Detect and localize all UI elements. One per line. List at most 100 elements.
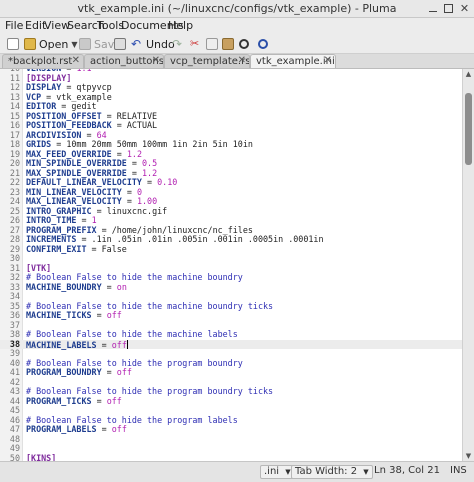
code-token: 0.5	[141, 158, 158, 168]
line-number: 50	[9, 452, 20, 461]
insert-mode: INS	[450, 465, 467, 476]
tab-vtk-example[interactable]: vtk_example.ini ✕	[250, 54, 336, 68]
menu-file[interactable]: File	[5, 19, 23, 32]
line-text: MACHINE_TICKS = off	[26, 310, 122, 321]
close-icon[interactable]: ✕	[238, 55, 246, 66]
chevron-down-icon: ▼	[285, 468, 291, 476]
editor-line[interactable]: 30	[0, 253, 462, 264]
code-token: =	[121, 186, 137, 197]
code-token: VCP	[26, 91, 42, 102]
code-token: [KINS]	[26, 452, 57, 461]
maximize-icon[interactable]	[442, 2, 455, 16]
close-icon[interactable]: ✕	[72, 55, 80, 66]
tab-label: *backplot.rst	[8, 56, 73, 67]
close-icon[interactable]: ✕	[458, 2, 471, 15]
open-button[interactable]: Open ▼	[24, 37, 78, 51]
tab-width-label: Tab Width: 2	[295, 466, 358, 477]
chevron-down-icon: ▼	[363, 468, 369, 476]
code-token: = vtk_example	[41, 91, 112, 102]
code-token: INTRO_GRAPHIC	[26, 205, 92, 216]
code-token: DEFAULT_LINEAR_VELOCITY	[26, 177, 142, 187]
line-text: PROGRAM_TICKS = off	[26, 395, 122, 407]
open-label: Open	[39, 37, 69, 51]
editor-line[interactable]: 48	[0, 434, 462, 445]
code-token: MIN_SPINDLE_OVERRIDE	[26, 158, 127, 168]
code-token: [DISPLAY]	[26, 72, 72, 83]
code-token: POSITION_OFFSET	[26, 110, 102, 121]
close-icon[interactable]: ✕	[152, 55, 160, 66]
code-token: # Boolean False to hide the machine labe…	[26, 329, 238, 339]
scroll-down-icon[interactable]: ▼	[463, 452, 474, 460]
cut-button[interactable]: ✂	[190, 37, 205, 51]
close-icon[interactable]: ✕	[324, 55, 332, 66]
code-token: # Boolean False to hide the machine boun…	[26, 272, 243, 282]
save-icon	[79, 38, 91, 50]
code-token: off	[111, 424, 127, 434]
tab-width-selector[interactable]: Tab Width: 2 ▼	[291, 465, 373, 479]
tab-backplot[interactable]: *backplot.rst ✕	[2, 54, 84, 68]
code-token: = False	[86, 243, 127, 254]
undo-button[interactable]: ↶ Undo	[131, 37, 175, 51]
code-token: PROGRAM_PREFIX	[26, 224, 97, 235]
line-text: PROGRAM_BOUNDRY = off	[26, 367, 132, 378]
editor-line[interactable]: 44 PROGRAM_TICKS = off	[0, 395, 462, 407]
text-editor[interactable]: 10VERSION = 1.111[DISPLAY]12DISPLAY = qt…	[0, 69, 462, 461]
code-token: GRIDS	[26, 139, 52, 149]
line-text: PROGRAM_LABELS = off	[26, 424, 127, 435]
editor-line[interactable]: 49	[0, 443, 462, 454]
find-replace-button[interactable]	[258, 37, 271, 51]
editor-line[interactable]: 50 [KINS]	[0, 452, 462, 461]
editor-line[interactable]: 36 MACHINE_TICKS = off	[0, 310, 462, 321]
filetype-selector[interactable]: .ini ▼	[260, 465, 295, 479]
code-token: off	[106, 310, 122, 320]
chevron-down-icon[interactable]: ▼	[71, 40, 77, 49]
code-token: MIN_LINEAR_VELOCITY	[26, 186, 122, 197]
code-token: MACHINE_LABELS	[26, 339, 97, 350]
new-document-button[interactable]	[7, 37, 22, 51]
code-token: MACHINE_TICKS	[26, 310, 92, 320]
code-token: # Boolean False to hide the machine boun…	[26, 300, 274, 311]
code-token: =	[111, 148, 127, 159]
document-tabs: *backplot.rst ✕ action_buttons.rst ✕ vcp…	[0, 54, 474, 69]
print-icon	[114, 38, 126, 50]
code-token: off	[106, 395, 122, 406]
code-token: = .1in .05in .01in .005in .001in .0005in…	[76, 234, 324, 244]
code-token: =	[91, 310, 107, 320]
tab-action-buttons[interactable]: action_buttons.rst ✕	[84, 54, 164, 68]
code-token: 1.00	[136, 196, 158, 206]
print-button[interactable]	[114, 37, 129, 51]
new-document-icon	[7, 38, 19, 50]
code-token: PROGRAM_TICKS	[26, 395, 92, 406]
vertical-scrollbar[interactable]: ▲ ▼	[462, 69, 474, 461]
copy-button[interactable]	[206, 37, 221, 51]
editor-line[interactable]: 47 PROGRAM_LABELS = off	[0, 424, 462, 435]
code-token: 1	[91, 215, 97, 225]
scroll-up-icon[interactable]: ▲	[463, 70, 474, 78]
search-icon	[239, 39, 249, 49]
editor-line[interactable]: 33 MACHINE_BOUNDRY = on	[0, 282, 462, 293]
code-token: # Boolean False to hide the program boun…	[26, 357, 243, 368]
editor-line[interactable]: 38 MACHINE_LABELS = off	[0, 339, 462, 350]
code-token: =	[81, 129, 97, 140]
minimize-icon[interactable]	[426, 2, 439, 15]
code-token: EDITOR	[26, 101, 57, 111]
scrollbar-thumb[interactable]	[465, 93, 472, 165]
editor-line[interactable]: 29 CONFIRM_EXIT = False	[0, 243, 462, 255]
tab-vcp-template[interactable]: vcp_template.rst ✕	[164, 54, 250, 68]
editor-line[interactable]: 38 # Boolean False to hide the machine la…	[0, 329, 462, 340]
editor-line[interactable]: 41 PROGRAM_BOUNDRY = off	[0, 367, 462, 378]
cursor-position: Ln 38, Col 21	[374, 465, 440, 476]
code-token: PROGRAM_BOUNDRY	[26, 367, 102, 377]
code-token: =	[76, 215, 92, 225]
code-token: POSITION_FEEDBACK	[26, 120, 112, 130]
code-token: 0	[136, 186, 142, 197]
redo-button[interactable]: ↷	[172, 37, 187, 51]
code-token: = RELATIVE	[101, 110, 158, 121]
code-token: = ACTUAL	[111, 120, 158, 130]
code-token: 64	[96, 129, 107, 140]
undo-label: Undo	[146, 37, 175, 51]
menu-help[interactable]: Help	[168, 19, 193, 32]
code-token: ARCDIVISION	[26, 129, 82, 140]
paste-button[interactable]	[222, 37, 237, 51]
find-button[interactable]	[239, 37, 252, 51]
